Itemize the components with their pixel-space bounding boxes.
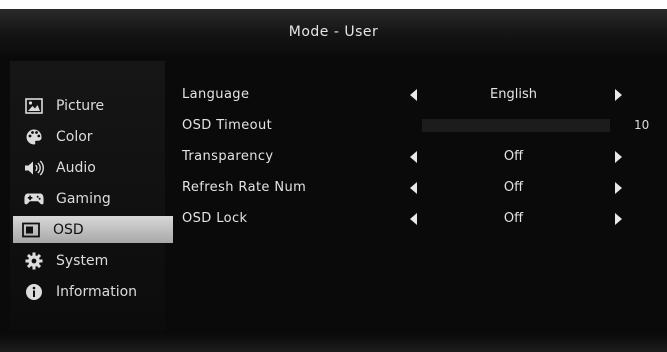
sidebar-item-system[interactable]: System bbox=[16, 247, 165, 274]
left-arrow-icon[interactable] bbox=[410, 89, 417, 101]
photo-background bbox=[0, 0, 667, 9]
refresh-rate-num-value: Off bbox=[503, 180, 524, 195]
info-icon bbox=[24, 283, 44, 301]
sidebar-item-osd[interactable]: OSD bbox=[13, 216, 173, 243]
sidebar-item-label: System bbox=[56, 252, 109, 269]
sidebar-item-label: Gaming bbox=[56, 190, 111, 207]
sidebar-item-label: Information bbox=[56, 283, 138, 300]
sidebar-item-label: OSD bbox=[53, 221, 84, 238]
osd-lock-row[interactable]: OSD Lock Off bbox=[172, 206, 667, 232]
osd-lock-value: Off bbox=[503, 211, 524, 226]
gamepad-icon bbox=[24, 190, 44, 208]
refresh-rate-num-label: Refresh Rate Num bbox=[182, 180, 307, 195]
sidebar-item-gaming[interactable]: Gaming bbox=[16, 185, 165, 212]
right-arrow-icon[interactable] bbox=[615, 151, 622, 163]
sidebar-item-information[interactable]: Information bbox=[16, 278, 165, 305]
sidebar-item-label: Audio bbox=[56, 159, 96, 176]
gear-icon bbox=[24, 252, 44, 270]
language-row[interactable]: Language English bbox=[172, 82, 667, 108]
mode-title: Mode - User bbox=[288, 24, 379, 40]
transparency-row[interactable]: Transparency Off bbox=[172, 144, 667, 170]
sidebar-item-audio[interactable]: Audio bbox=[16, 154, 165, 181]
left-arrow-icon[interactable] bbox=[410, 213, 417, 225]
right-arrow-icon[interactable] bbox=[615, 89, 622, 101]
transparency-value: Off bbox=[503, 149, 524, 164]
language-value: English bbox=[490, 87, 537, 102]
osd-timeout-value: 10 bbox=[634, 118, 650, 132]
right-arrow-icon[interactable] bbox=[615, 213, 622, 225]
sidebar: Picture Color Audio Gaming OSD System In… bbox=[10, 61, 173, 331]
transparency-label: Transparency bbox=[182, 149, 274, 164]
left-arrow-icon[interactable] bbox=[410, 182, 417, 194]
sidebar-item-color[interactable]: Color bbox=[16, 123, 165, 150]
speaker-icon bbox=[24, 159, 44, 177]
osd-timeout-label: OSD Timeout bbox=[182, 118, 273, 133]
palette-icon bbox=[24, 128, 44, 146]
right-arrow-icon[interactable] bbox=[615, 182, 622, 194]
language-label: Language bbox=[182, 87, 250, 102]
refresh-rate-num-row[interactable]: Refresh Rate Num Off bbox=[172, 175, 667, 201]
picture-icon bbox=[24, 97, 44, 115]
sidebar-item-label: Color bbox=[56, 128, 93, 145]
osd-icon bbox=[21, 221, 41, 239]
osd-menu: Mode - User Picture Color Audio Gaming O… bbox=[0, 9, 667, 352]
bottom-bezel bbox=[0, 334, 667, 352]
osd-timeout-slider[interactable] bbox=[422, 119, 610, 132]
left-arrow-icon[interactable] bbox=[410, 151, 417, 163]
sidebar-item-picture[interactable]: Picture bbox=[16, 92, 165, 119]
osd-timeout-row[interactable]: OSD Timeout 10 bbox=[172, 113, 667, 139]
osd-settings-panel: Language English OSD Timeout 10 Transpar… bbox=[172, 79, 667, 239]
sidebar-item-label: Picture bbox=[56, 97, 105, 114]
mode-title-bar: Mode - User bbox=[0, 9, 667, 55]
osd-lock-label: OSD Lock bbox=[182, 211, 248, 226]
